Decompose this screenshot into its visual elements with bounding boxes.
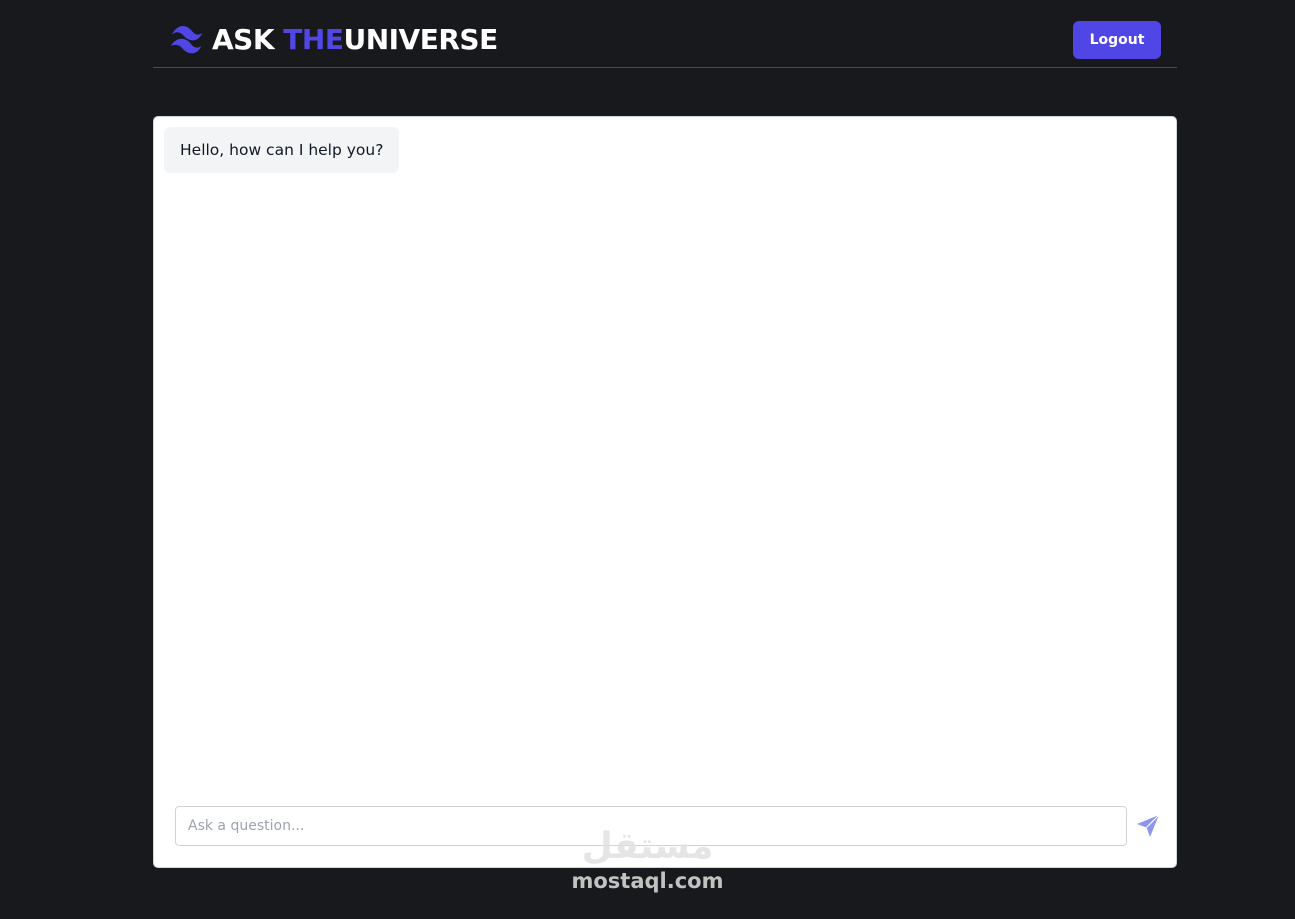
watermark-arabic-text: مستقل <box>581 826 714 867</box>
mostaql-watermark: مستقل mostaql.com <box>560 826 735 894</box>
brand-title-the: THE <box>283 23 344 56</box>
send-arrow-icon <box>1137 814 1160 837</box>
brand-logo[interactable]: ASK THEUNIVERSE <box>168 21 498 58</box>
assistant-message-bubble: Hello, how can I help you? <box>164 127 400 173</box>
watermark-latin-text: mostaql.com <box>571 869 724 893</box>
logout-button[interactable]: Logout <box>1073 21 1161 59</box>
send-button[interactable] <box>1135 812 1165 840</box>
top-navbar: ASK THEUNIVERSE Logout <box>153 0 1177 68</box>
brand-title-ask: ASK <box>212 23 284 56</box>
brand-title: ASK THEUNIVERSE <box>212 23 498 56</box>
brand-title-universe: UNIVERSE <box>343 23 498 56</box>
chat-panel: Hello, how can I help you? <box>153 116 1177 868</box>
wave-logo-icon <box>170 26 203 54</box>
